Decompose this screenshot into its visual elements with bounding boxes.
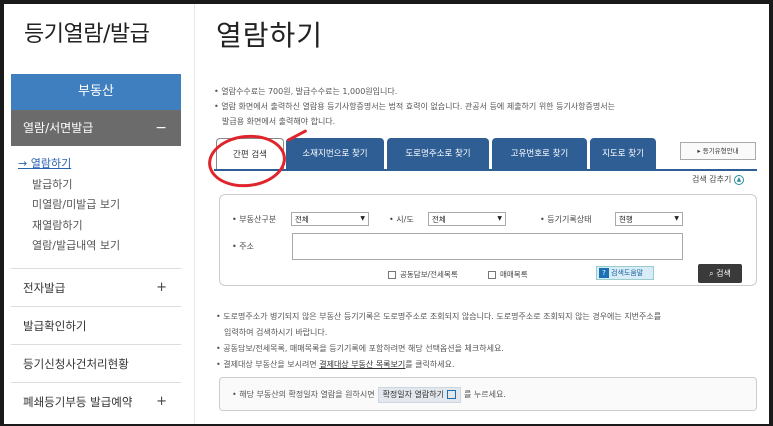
notice-item: 결제대상 부동산을 보시려면 결제대상 부동산 목록보기를 클릭하세요. bbox=[216, 357, 756, 373]
sidebar-header[interactable]: 부동산 bbox=[11, 74, 181, 110]
notice-item: 열람수수료는 700원, 발급수수료는 1,000원입니다. bbox=[214, 84, 754, 99]
sidebar-menu-e-issue[interactable]: 전자발급 + bbox=[11, 268, 181, 306]
tab-unique-number[interactable]: 고유번호로 찾기 bbox=[492, 138, 587, 170]
page-title: 열람하기 bbox=[216, 19, 324, 52]
registry-type-guide-button[interactable]: ▸ 등기유형안내 bbox=[680, 142, 756, 160]
notice-item: 도로명주소가 병기되지 않은 부동산 등기기록은 도로명주소로 조회되지 않습니… bbox=[216, 309, 756, 325]
divider bbox=[194, 4, 195, 424]
property-type-label: 부동산구분 bbox=[232, 214, 276, 225]
sidebar-subitem-history[interactable]: 열람/발급내역 보기 bbox=[18, 236, 178, 257]
search-button[interactable]: ⌕ 검색 bbox=[698, 264, 742, 283]
joint-collateral-checkbox[interactable]: 공동담보/전세목록 bbox=[388, 269, 458, 280]
chevron-down-icon: ▼ bbox=[674, 215, 679, 222]
tab-map[interactable]: 지도로 찾기 bbox=[590, 138, 656, 170]
tab-underline bbox=[214, 169, 757, 171]
sidebar-subitem-view[interactable]: → 열람하기 bbox=[18, 154, 178, 175]
property-type-select[interactable]: 전체 ▼ bbox=[291, 212, 369, 226]
external-link-icon bbox=[447, 390, 456, 399]
tab-simple-search[interactable]: 간편 검색 bbox=[216, 138, 284, 170]
sidebar-subitem-unviewed[interactable]: 미열람/미발급 보기 bbox=[18, 195, 178, 216]
chevron-down-icon: ▼ bbox=[497, 215, 502, 222]
sidebar-submenu: → 열람하기 발급하기 미열람/미발급 보기 재열람하기 열람/발급내역 보기 bbox=[18, 154, 178, 257]
payment-list-link[interactable]: 결제대상 부동산 목록보기 bbox=[319, 360, 405, 369]
sidebar-menu-verify[interactable]: 발급확인하기 bbox=[11, 306, 181, 344]
tab-road-address[interactable]: 도로명주소로 찾기 bbox=[387, 138, 489, 170]
chevron-down-icon: ▼ bbox=[360, 215, 365, 222]
sales-list-checkbox[interactable]: 매매목록 bbox=[488, 269, 528, 280]
city-label: 시/도 bbox=[389, 214, 413, 225]
notice-item: 공동담보/전세목록, 매매목록을 등기기록에 포함하려면 해당 선택옵션을 체크… bbox=[216, 341, 756, 357]
expand-icon[interactable]: + bbox=[156, 383, 167, 421]
notice-item: 열람 화면에서 출력하신 열람용 등기사항증명서는 법적 효력이 없습니다. 관… bbox=[214, 99, 754, 114]
sidebar-subitem-issue[interactable]: 발급하기 bbox=[18, 175, 178, 196]
expand-icon[interactable]: + bbox=[156, 269, 167, 307]
sidebar-title: 등기열람/발급 bbox=[24, 22, 150, 47]
tab-lot-number[interactable]: 소재지번으로 찾기 bbox=[286, 138, 384, 170]
sidebar-menu-case-status[interactable]: 등기신청사건처리현황 bbox=[11, 344, 181, 382]
record-status-label: 등기기록상태 bbox=[540, 214, 591, 225]
collapse-icon[interactable]: − bbox=[155, 110, 167, 146]
notice-list: 열람수수료는 700원, 발급수수료는 1,000원입니다. 열람 화면에서 출… bbox=[214, 84, 754, 129]
page-frame: 등기열람/발급 부동산 열람/서면발급 − → 열람하기 발급하기 미열람/미발… bbox=[4, 4, 769, 424]
sidebar-menu-label: 열람/서면발급 bbox=[23, 121, 94, 135]
record-status-select[interactable]: 현행 ▼ bbox=[615, 212, 683, 226]
search-icon: ⌕ bbox=[709, 269, 714, 278]
checkbox-icon[interactable] bbox=[488, 271, 496, 279]
search-help-button[interactable]: ? 검색도움말 bbox=[596, 266, 654, 280]
address-label: 주소 bbox=[232, 241, 254, 252]
hide-search-link[interactable]: 검색 감추기 ▲ bbox=[692, 174, 744, 185]
sidebar-subitem-review[interactable]: 재열람하기 bbox=[18, 216, 178, 237]
checkbox-icon[interactable] bbox=[388, 271, 396, 279]
bottom-notice-list: 도로명주소가 병기되지 않은 부동산 등기기록은 도로명주소로 조회되지 않습니… bbox=[216, 309, 756, 373]
city-select[interactable]: 전체 ▼ bbox=[428, 212, 506, 226]
address-input[interactable] bbox=[292, 233, 683, 260]
notice-item-cont: 입력하여 검색하시기 바랍니다. bbox=[224, 328, 328, 337]
sidebar-menu-closed-reservation[interactable]: 폐쇄등기부등 발급예약 + bbox=[11, 382, 181, 420]
fixed-date-info-box: • 해당 부동산의 확정일자 열람을 원하시면 확정일자 열람하기 를 누르세요. bbox=[219, 377, 757, 411]
question-icon: ? bbox=[599, 268, 609, 278]
chevron-up-icon: ▲ bbox=[733, 174, 744, 185]
notice-item-cont: 발급용 화면에서 출력해야 합니다. bbox=[222, 117, 336, 126]
sidebar-menu-view-issue[interactable]: 열람/서면발급 − bbox=[11, 110, 181, 146]
fixed-date-view-button[interactable]: 확정일자 열람하기 bbox=[377, 387, 461, 403]
